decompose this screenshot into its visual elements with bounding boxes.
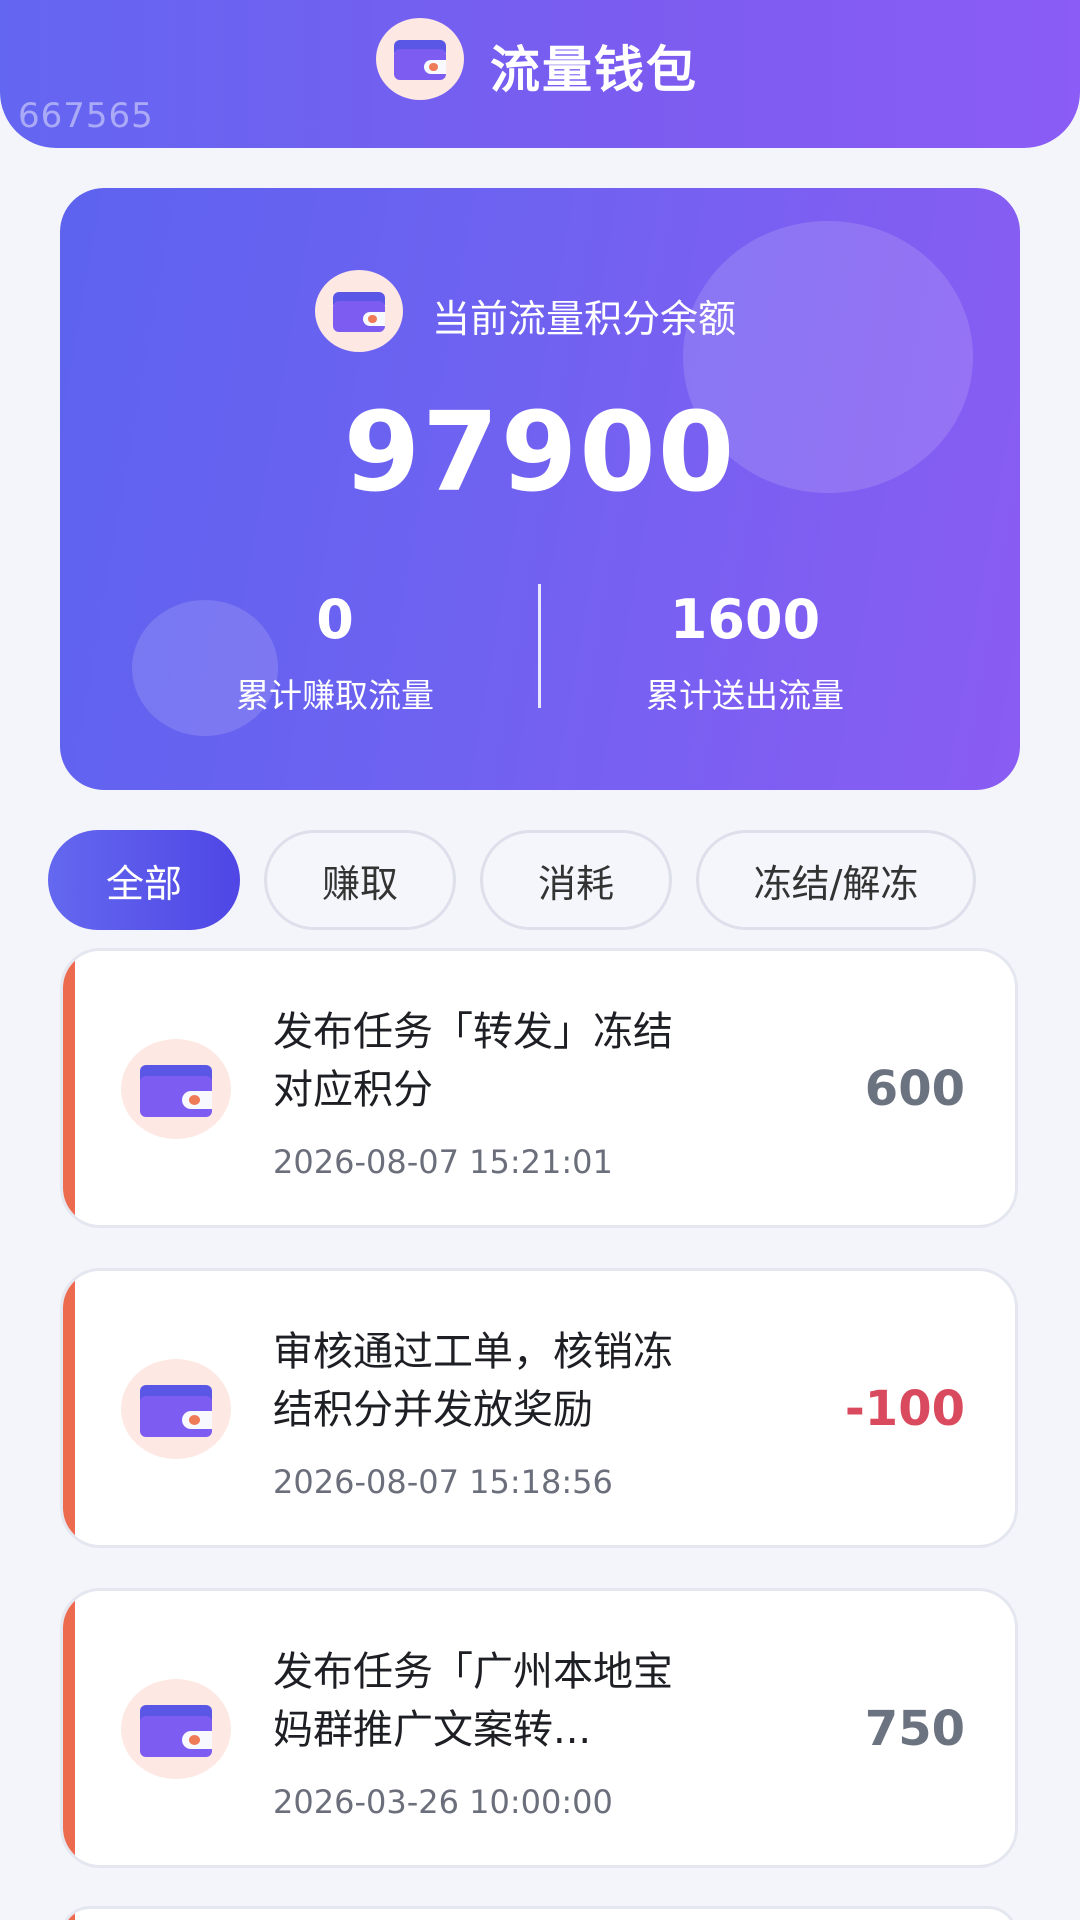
watermark-text: 667565 xyxy=(18,96,154,136)
record-icon-wrap xyxy=(121,1359,231,1459)
record-accent-bar xyxy=(63,1909,75,1920)
sent-stat: 1600 累计送出流量 xyxy=(595,588,895,717)
record-accent-bar xyxy=(63,1591,75,1865)
record-title: 发布任务「转发」冻结对应积分 xyxy=(273,1009,673,1113)
wallet-icon xyxy=(140,1385,212,1437)
wallet-icon xyxy=(140,1705,212,1757)
page-title: 流量钱包 xyxy=(490,41,698,99)
record-time: 2026-03-26 10:00:00 xyxy=(273,1783,613,1821)
stat-divider xyxy=(538,584,541,708)
record-amount: -100 xyxy=(844,1381,965,1437)
wallet-icon xyxy=(140,1065,212,1117)
wallet-icon xyxy=(333,292,385,332)
wallet-page: 流量钱包 667565 当前流量积分余额 97900 0 累计赚取流量 1600… xyxy=(0,0,1080,1920)
record-time: 2026-08-07 15:21:01 xyxy=(273,1143,613,1181)
earned-stat: 0 累计赚取流量 xyxy=(185,588,485,717)
record-icon-wrap xyxy=(121,1039,231,1139)
record-accent-bar xyxy=(63,1271,75,1545)
record-item[interactable] xyxy=(60,1906,1018,1920)
record-title: 审核通过工单，核销冻结积分并发放奖励 xyxy=(273,1329,673,1433)
balance-label: 当前流量积分余额 xyxy=(432,297,737,341)
balance-amount: 97900 xyxy=(343,388,737,516)
wallet-icon xyxy=(394,40,446,80)
header-logo xyxy=(376,18,464,100)
tab-all-label: 全部 xyxy=(105,861,182,906)
record-item[interactable]: 发布任务「转发」冻结对应积分 2026-08-07 15:21:01 600 xyxy=(60,948,1018,1228)
record-icon-wrap xyxy=(121,1679,231,1779)
record-amount: 600 xyxy=(864,1061,965,1117)
tab-all[interactable]: 全部 xyxy=(48,830,240,930)
record-amount: 750 xyxy=(864,1701,965,1757)
tab-freeze[interactable]: 冻结/解冻 xyxy=(696,830,976,930)
tab-consume-label: 消耗 xyxy=(537,861,614,906)
record-time: 2026-08-07 15:18:56 xyxy=(273,1463,613,1501)
balance-logo xyxy=(315,270,403,352)
tab-freeze-label: 冻结/解冻 xyxy=(753,861,919,906)
record-item[interactable]: 审核通过工单，核销冻结积分并发放奖励 2026-08-07 15:18:56 -… xyxy=(60,1268,1018,1548)
tab-earn[interactable]: 赚取 xyxy=(264,830,456,930)
record-title: 发布任务「广州本地宝妈群推广文案转... xyxy=(273,1649,673,1753)
sent-label: 累计送出流量 xyxy=(646,676,844,715)
earned-label: 累计赚取流量 xyxy=(236,676,434,715)
earned-value: 0 xyxy=(316,588,354,651)
record-item[interactable]: 发布任务「广州本地宝妈群推广文案转... 2026-03-26 10:00:00… xyxy=(60,1588,1018,1868)
tab-earn-label: 赚取 xyxy=(321,861,398,906)
balance-card: 当前流量积分余额 97900 0 累计赚取流量 1600 累计送出流量 xyxy=(60,188,1020,790)
tab-consume[interactable]: 消耗 xyxy=(480,830,672,930)
sent-value: 1600 xyxy=(669,588,821,651)
top-header: 流量钱包 667565 xyxy=(0,0,1080,148)
record-accent-bar xyxy=(63,951,75,1225)
